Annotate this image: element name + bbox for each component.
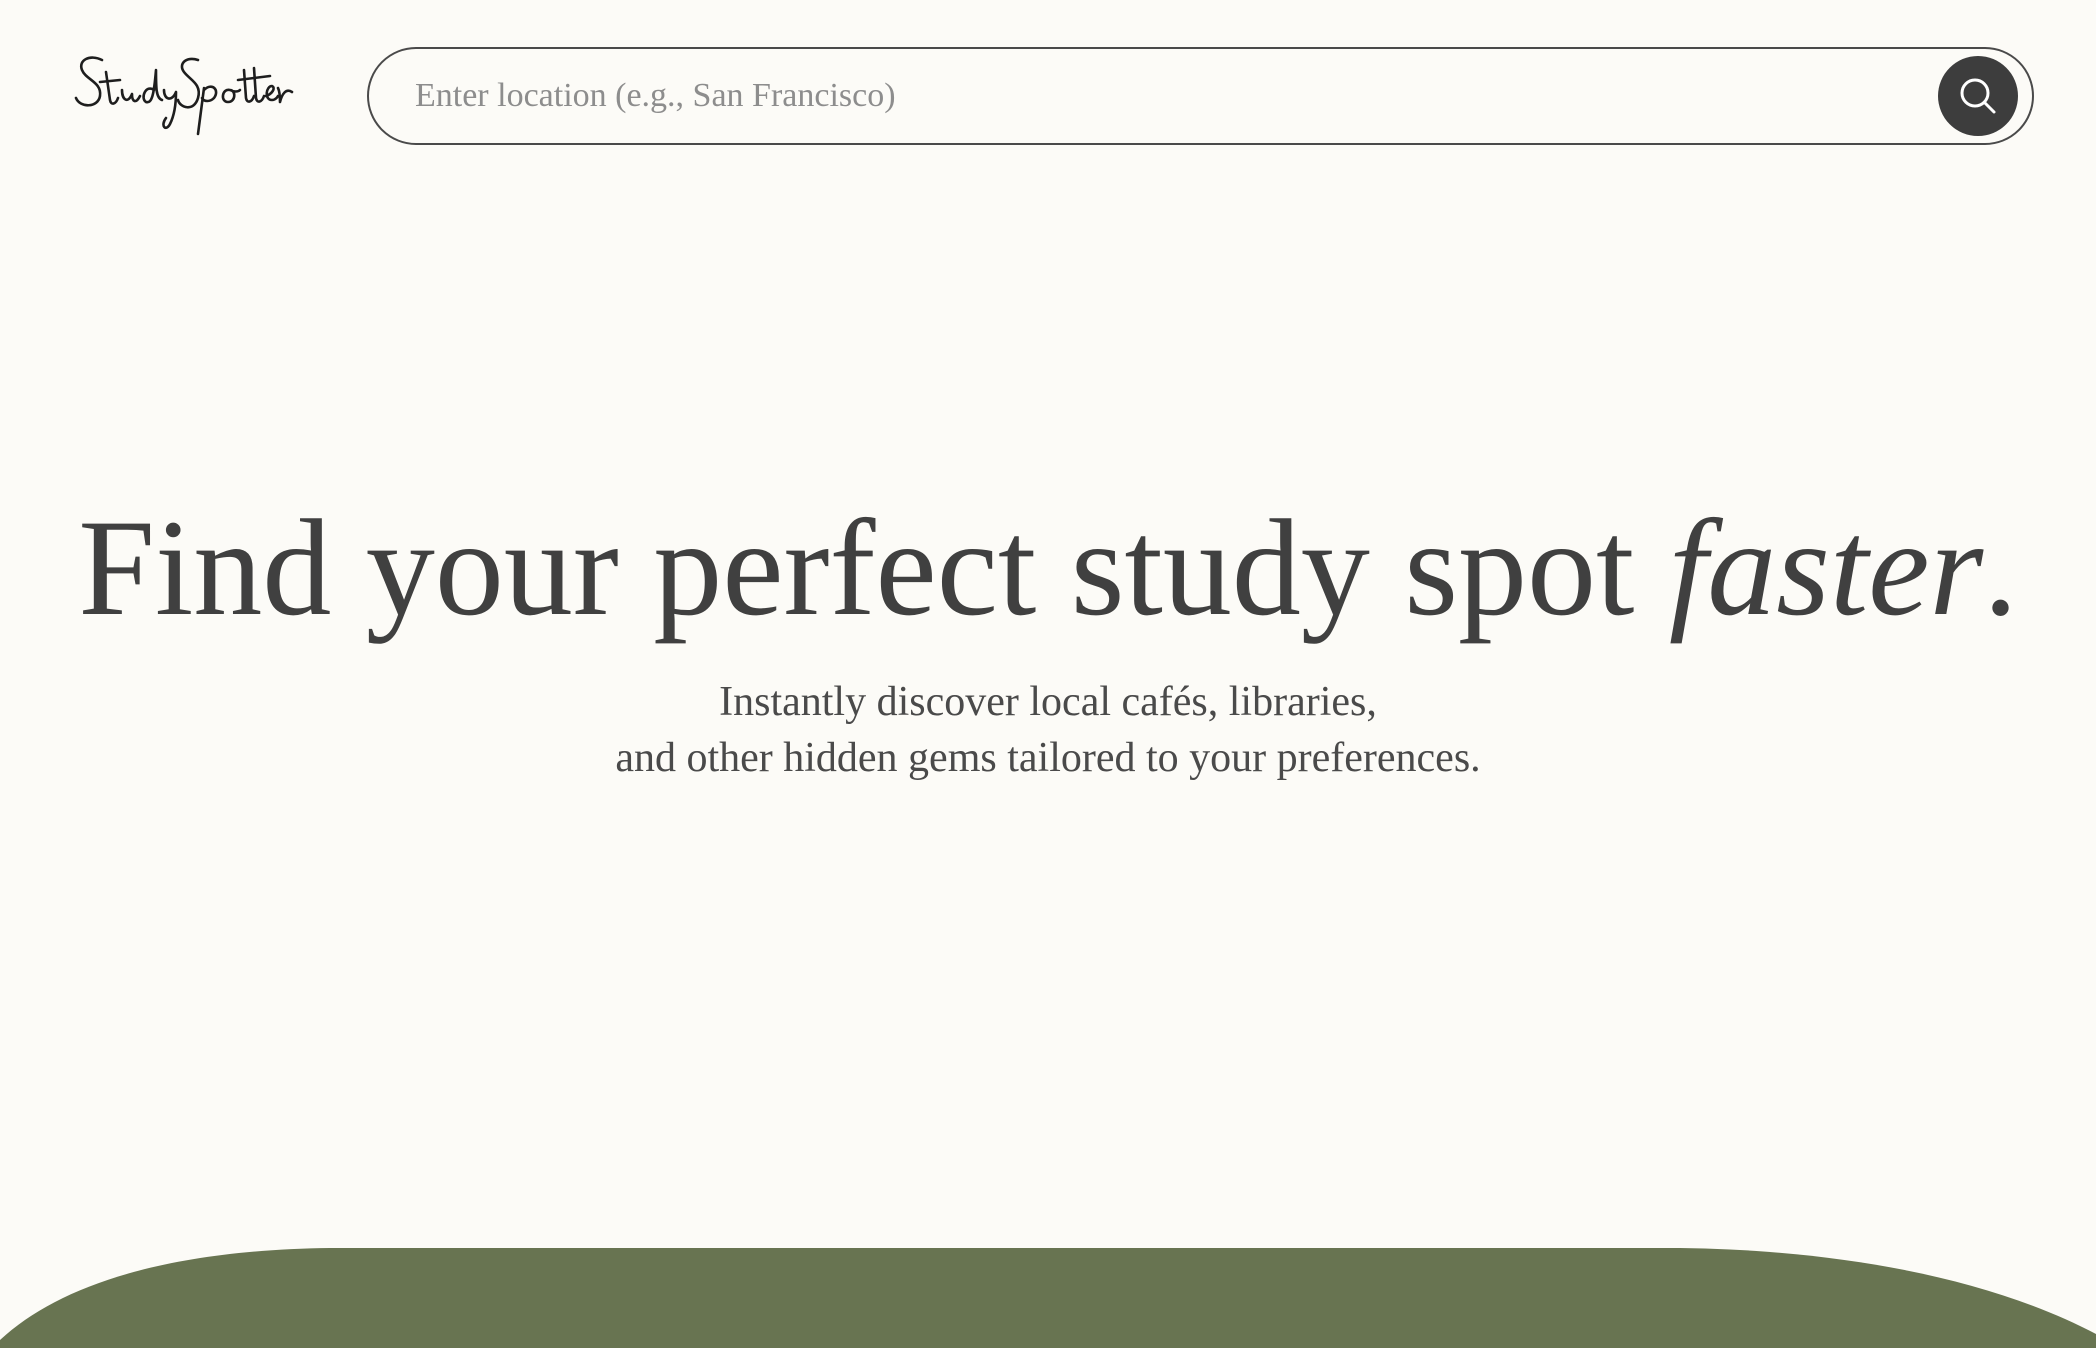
search-button[interactable] [1938, 56, 2018, 136]
hero-subtitle: Instantly discover local cafés, librarie… [0, 674, 2096, 786]
hero-title: Find your perfect study spot faster. [0, 488, 2096, 648]
hero-subtitle-line-2: and other hidden gems tailored to your p… [615, 735, 1481, 781]
hero-title-main: Find your perfect study spot [78, 491, 1669, 644]
hero-subtitle-line-1: Instantly discover local cafés, librarie… [719, 679, 1377, 725]
location-search-input[interactable] [415, 49, 1895, 143]
hero-title-period: . [1983, 491, 2018, 644]
location-search-bar [367, 47, 2034, 145]
green-feature-panel [0, 1248, 2096, 1348]
search-icon [1955, 73, 2001, 119]
studyspotter-logo[interactable] [72, 52, 294, 136]
hero-title-accent: faster [1668, 491, 1984, 644]
